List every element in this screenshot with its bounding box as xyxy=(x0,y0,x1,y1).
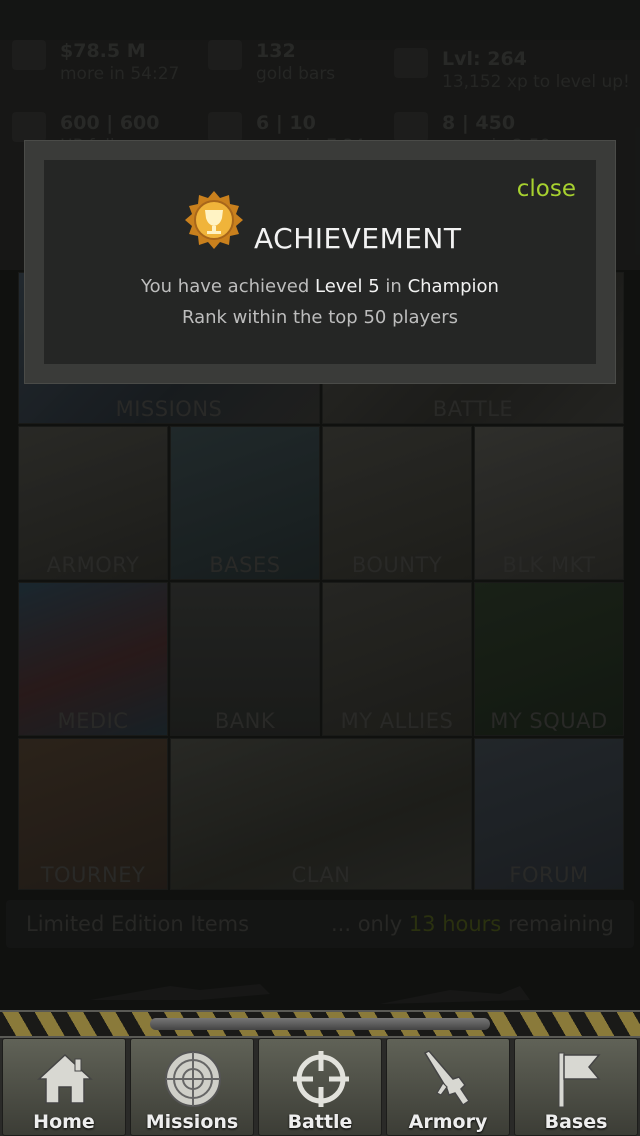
hazard-stripe xyxy=(0,1010,640,1038)
flag-icon xyxy=(558,1052,601,1108)
achievement-modal: close ACHIEVEMENT You have achieved Leve… xyxy=(44,160,596,364)
msg-text-b: in xyxy=(385,276,402,297)
tab-armory[interactable]: Armory xyxy=(386,1038,510,1136)
achievement-title: ACHIEVEMENT xyxy=(254,222,462,255)
bottom-tab-bar: Home Missions Battle Armory Bases xyxy=(0,1010,640,1136)
rifle-icon xyxy=(423,1050,471,1107)
tab-battle-label: Battle xyxy=(287,1111,353,1133)
msg-rank: Champion xyxy=(407,276,499,297)
close-button[interactable]: close xyxy=(517,176,576,202)
tab-battle[interactable]: Battle xyxy=(258,1038,382,1136)
achievement-message-line2: Rank within the top 50 players xyxy=(181,307,459,328)
trophy-medal-icon xyxy=(185,191,243,249)
crosshair-icon xyxy=(293,1051,349,1107)
tab-missions[interactable]: Missions xyxy=(130,1038,254,1136)
tab-home-label: Home xyxy=(33,1111,95,1133)
msg-level: Level 5 xyxy=(314,276,380,297)
tab-missions-label: Missions xyxy=(145,1111,239,1133)
radar-icon xyxy=(165,1051,221,1107)
tab-armory-label: Armory xyxy=(408,1111,488,1133)
tab-home[interactable]: Home xyxy=(2,1038,126,1136)
msg-text-a: You have achieved xyxy=(141,276,310,297)
tab-bases-label: Bases xyxy=(544,1111,608,1133)
house-icon xyxy=(37,1053,93,1104)
metal-plate xyxy=(150,1018,490,1030)
achievement-message-line1: You have achieved Level 5 in Champion xyxy=(44,276,596,297)
tab-bases[interactable]: Bases xyxy=(514,1038,638,1136)
